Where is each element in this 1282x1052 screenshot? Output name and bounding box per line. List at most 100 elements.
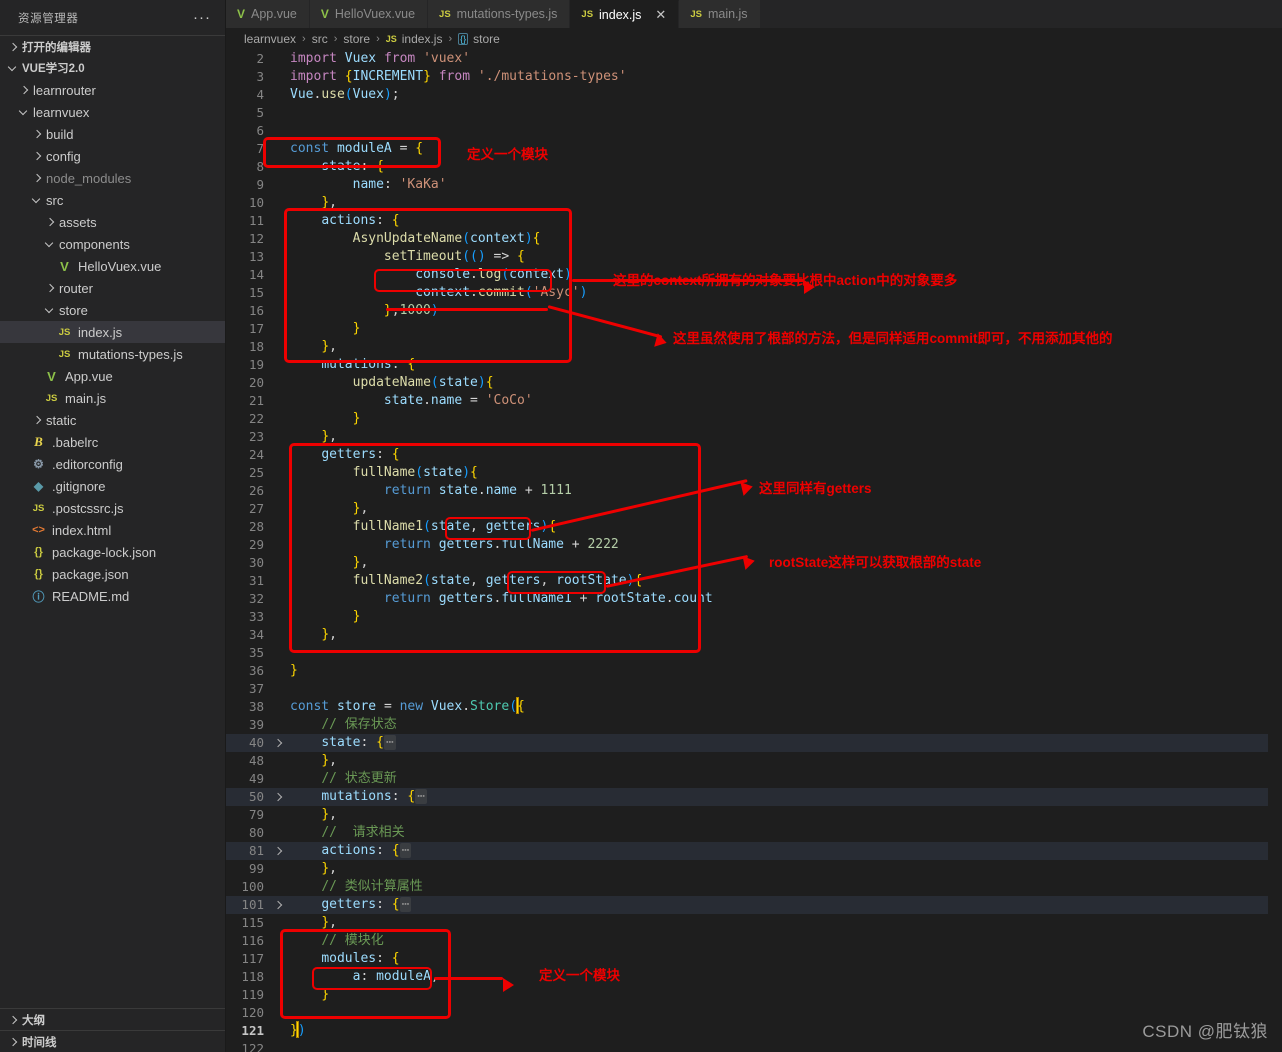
- line-number[interactable]: 40: [226, 734, 272, 752]
- tree-item-main-js[interactable]: JS main.js: [0, 387, 225, 409]
- line-number[interactable]: 13: [226, 248, 272, 266]
- line-number[interactable]: 80: [226, 824, 272, 842]
- tree-item-package-lock-json[interactable]: {} package-lock.json: [0, 541, 225, 563]
- tree-item--babelrc[interactable]: B .babelrc: [0, 431, 225, 453]
- line-number[interactable]: 33: [226, 608, 272, 626]
- line-number[interactable]: 49: [226, 770, 272, 788]
- line-number[interactable]: 22: [226, 410, 272, 428]
- line-number[interactable]: 36: [226, 662, 272, 680]
- line-number[interactable]: 25: [226, 464, 272, 482]
- line-number[interactable]: 20: [226, 374, 272, 392]
- line-number[interactable]: 6: [226, 122, 272, 140]
- tree-item-node-modules[interactable]: node_modules: [0, 167, 225, 189]
- chevron-down-icon[interactable]: [17, 105, 31, 119]
- sidebar-section-outline[interactable]: 大纲: [0, 1008, 225, 1030]
- sidebar-section-timeline[interactable]: 时间线: [0, 1030, 225, 1052]
- tree-item-assets[interactable]: assets: [0, 211, 225, 233]
- tree-item-src[interactable]: src: [0, 189, 225, 211]
- more-actions-icon[interactable]: ···: [193, 10, 211, 25]
- tree-item-app-vue[interactable]: V App.vue: [0, 365, 225, 387]
- chevron-right-icon[interactable]: [17, 83, 31, 97]
- line-number[interactable]: 15: [226, 284, 272, 302]
- tab-app-vue[interactable]: V App.vue: [226, 0, 310, 28]
- chevron-right-icon[interactable]: [30, 171, 44, 185]
- chevron-right-icon[interactable]: [30, 127, 44, 141]
- tree-item-learnvuex[interactable]: learnvuex: [0, 101, 225, 123]
- line-number[interactable]: 29: [226, 536, 272, 554]
- line-number[interactable]: 12: [226, 230, 272, 248]
- line-number[interactable]: 122: [226, 1040, 272, 1052]
- line-number[interactable]: 99: [226, 860, 272, 878]
- line-number[interactable]: 117: [226, 950, 272, 968]
- line-number[interactable]: 50: [226, 788, 272, 806]
- line-number[interactable]: 23: [226, 428, 272, 446]
- line-number[interactable]: 27: [226, 500, 272, 518]
- line-number[interactable]: 100: [226, 878, 272, 896]
- tree-item-index-js[interactable]: JS index.js: [0, 321, 225, 343]
- tree-item-mutations-types-js[interactable]: JS mutations-types.js: [0, 343, 225, 365]
- line-number[interactable]: 119: [226, 986, 272, 1004]
- line-number[interactable]: 116: [226, 932, 272, 950]
- line-number[interactable]: 5: [226, 104, 272, 122]
- tab-index-js[interactable]: JS index.js ✕: [570, 0, 680, 28]
- fold-chevron-icon[interactable]: [272, 842, 286, 860]
- line-number[interactable]: 7: [226, 140, 272, 158]
- breadcrumb-item-src[interactable]: src: [312, 32, 328, 46]
- sidebar-section-workspace[interactable]: VUE学习2.0: [0, 57, 225, 79]
- tree-item-config[interactable]: config: [0, 145, 225, 167]
- line-number[interactable]: 48: [226, 752, 272, 770]
- line-number[interactable]: 81: [226, 842, 272, 860]
- line-number[interactable]: 28: [226, 518, 272, 536]
- tree-item-readme-md[interactable]: ⓘ README.md: [0, 585, 225, 607]
- breadcrumb-item-learnvuex[interactable]: learnvuex: [244, 32, 296, 46]
- tree-item--postcssrc-js[interactable]: JS .postcssrc.js: [0, 497, 225, 519]
- tree-item-hellovuex-vue[interactable]: V HelloVuex.vue: [0, 255, 225, 277]
- line-number[interactable]: 21: [226, 392, 272, 410]
- line-number[interactable]: 10: [226, 194, 272, 212]
- code-editor[interactable]: 2 import Vuex from 'vuex' 3 import {INCREME…: [226, 50, 1282, 1052]
- tree-item-router[interactable]: router: [0, 277, 225, 299]
- line-number[interactable]: 3: [226, 68, 272, 86]
- line-number[interactable]: 16: [226, 302, 272, 320]
- tree-item--editorconfig[interactable]: ⚙ .editorconfig: [0, 453, 225, 475]
- line-number[interactable]: 34: [226, 626, 272, 644]
- line-number[interactable]: 26: [226, 482, 272, 500]
- sidebar-section-open-editors[interactable]: 打开的编辑器: [0, 35, 225, 57]
- chevron-right-icon[interactable]: [43, 215, 57, 229]
- line-number[interactable]: 8: [226, 158, 272, 176]
- line-number[interactable]: 79: [226, 806, 272, 824]
- line-number[interactable]: 30: [226, 554, 272, 572]
- minimap-gutter[interactable]: [1268, 50, 1282, 1052]
- fold-chevron-icon[interactable]: [272, 734, 286, 752]
- line-number[interactable]: 11: [226, 212, 272, 230]
- chevron-right-icon[interactable]: [30, 149, 44, 163]
- line-number[interactable]: 19: [226, 356, 272, 374]
- tree-item-learnrouter[interactable]: learnrouter: [0, 79, 225, 101]
- line-number[interactable]: 118: [226, 968, 272, 986]
- tree-item-build[interactable]: build: [0, 123, 225, 145]
- line-number[interactable]: 31: [226, 572, 272, 590]
- tab-main-js[interactable]: JS main.js: [679, 0, 761, 28]
- line-number[interactable]: 101: [226, 896, 272, 914]
- close-icon[interactable]: ✕: [655, 8, 666, 21]
- tab-mutations-types-js[interactable]: JS mutations-types.js: [428, 0, 571, 28]
- tree-item-store[interactable]: store: [0, 299, 225, 321]
- line-number[interactable]: 18: [226, 338, 272, 356]
- line-number[interactable]: 120: [226, 1004, 272, 1022]
- line-number[interactable]: 24: [226, 446, 272, 464]
- chevron-down-icon[interactable]: [30, 193, 44, 207]
- breadcrumb-item-store[interactable]: store: [343, 32, 370, 46]
- line-number[interactable]: 35: [226, 644, 272, 662]
- breadcrumb-item-symbol-store[interactable]: store: [473, 32, 500, 46]
- fold-chevron-icon[interactable]: [272, 896, 286, 914]
- line-number[interactable]: 2: [226, 50, 272, 68]
- fold-chevron-icon[interactable]: [272, 788, 286, 806]
- chevron-right-icon[interactable]: [30, 413, 44, 427]
- line-number[interactable]: 17: [226, 320, 272, 338]
- line-number[interactable]: 115: [226, 914, 272, 932]
- tree-item-components[interactable]: components: [0, 233, 225, 255]
- line-number[interactable]: 37: [226, 680, 272, 698]
- chevron-down-icon[interactable]: [43, 303, 57, 317]
- chevron-down-icon[interactable]: [43, 237, 57, 251]
- tree-item-index-html[interactable]: <> index.html: [0, 519, 225, 541]
